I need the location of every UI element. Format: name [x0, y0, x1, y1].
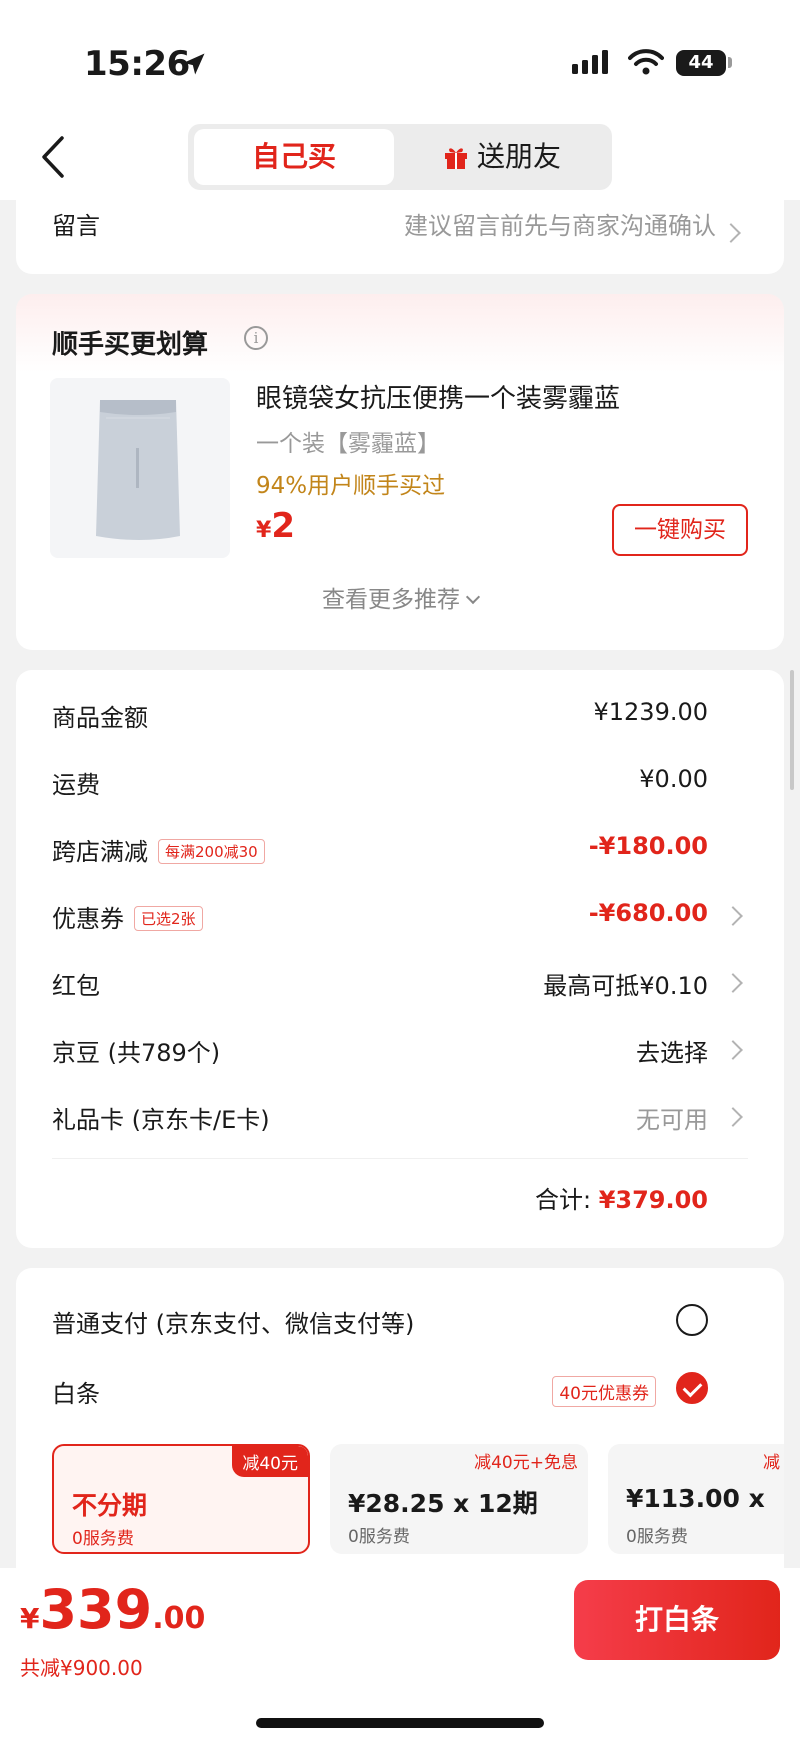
- baitiao-label[interactable]: 白条: [52, 1374, 100, 1409]
- gift-icon: [444, 148, 467, 169]
- battery-tip: [728, 57, 732, 68]
- plan-title: 不分期: [72, 1491, 148, 1520]
- status-bar: 15:26 44: [0, 0, 800, 120]
- baitiao-coupon-tag: 40元优惠券: [552, 1376, 656, 1407]
- one-click-buy-button[interactable]: 一键购买: [612, 504, 748, 556]
- normal-pay-label[interactable]: 普通支付 (京东支付、微信支付等): [52, 1304, 414, 1339]
- product-spec: 一个装【雾霾蓝】: [256, 431, 440, 457]
- checkout-bar: ¥339.00 共减¥900.00 打白条: [0, 1568, 800, 1739]
- price-summary-card: 商品金额 ¥1239.00 运费 ¥0.00 跨店满减 每满200减30 -¥18…: [16, 670, 784, 1248]
- row-value: ¥0.00: [639, 765, 708, 793]
- order-total: 合计: ¥379.00: [535, 1180, 708, 1215]
- plan-badge: 减: [763, 1453, 780, 1473]
- tab-self-buy[interactable]: 自己买: [194, 129, 394, 185]
- discount-rule-tag: 每满200减30: [158, 839, 265, 864]
- more-recommend-label: 查看更多推荐: [322, 587, 460, 613]
- installment-option-3[interactable]: 减 ¥113.00 x 0服务费: [608, 1444, 784, 1554]
- info-icon[interactable]: i: [244, 326, 268, 350]
- wifi-icon: [628, 49, 664, 75]
- plan-fee: 0服务费: [72, 1529, 134, 1549]
- chevron-right-icon: [723, 973, 743, 993]
- tab-gift-friend[interactable]: 送朋友: [398, 129, 606, 185]
- chevron-right-icon: [723, 1040, 743, 1060]
- row-label: 京豆 (共789个): [52, 1039, 221, 1067]
- installment-option-none[interactable]: 减40元 不分期 0服务费: [52, 1444, 310, 1554]
- plan-badge: 减40元+免息: [474, 1453, 578, 1473]
- recommend-card: 顺手买更划算 i 眼镜袋女抗压便携一个装雾霾蓝 一个装【雾霾蓝】 94%用户顺手…: [16, 294, 784, 650]
- product-price: ¥2: [256, 506, 295, 546]
- row-jingdou[interactable]: 京豆 (共789个) 去选择: [52, 1029, 748, 1069]
- more-recommend-link[interactable]: 查看更多推荐: [16, 580, 784, 614]
- message-card[interactable]: 留言 建议留言前先与商家沟通确认: [16, 190, 784, 274]
- product-name[interactable]: 眼镜袋女抗压便携一个装雾霾蓝: [256, 378, 620, 415]
- status-time: 15:26: [84, 44, 190, 84]
- total-saved: 共减¥900.00: [20, 1656, 143, 1680]
- plan-fee: 0服务费: [626, 1527, 688, 1547]
- recommend-title: 顺手买更划算: [52, 330, 209, 360]
- row-label: 礼品卡 (京东卡/E卡): [52, 1106, 270, 1134]
- coupon-selected-tag: 已选2张: [134, 906, 203, 931]
- row-coupon[interactable]: 优惠券 已选2张 -¥680.00: [52, 895, 748, 935]
- row-value: 去选择: [636, 1039, 708, 1067]
- row-label-text: 跨店满减: [52, 838, 148, 866]
- product-stat: 94%用户顺手买过: [256, 473, 446, 499]
- normal-pay-radio[interactable]: [676, 1304, 708, 1336]
- message-label: 留言: [52, 212, 100, 240]
- row-value: ¥1239.00: [593, 698, 708, 726]
- tab-gift-label: 送朋友: [476, 140, 561, 173]
- price-symbol: ¥: [256, 518, 272, 543]
- battery-icon: 44: [676, 50, 726, 76]
- row-value: 无可用: [636, 1106, 708, 1134]
- row-gift-card[interactable]: 礼品卡 (京东卡/E卡) 无可用: [52, 1096, 748, 1136]
- chevron-down-icon: [465, 589, 481, 605]
- total-amount: ¥379.00: [598, 1186, 708, 1214]
- row-label: 红包: [52, 972, 100, 1000]
- chevron-right-icon: [721, 223, 741, 243]
- scrollbar[interactable]: [790, 670, 794, 790]
- row-label: 运费: [52, 771, 100, 799]
- installment-option-12[interactable]: 减40元+免息 ¥28.25 x 12期 0服务费: [330, 1444, 588, 1554]
- baitiao-radio-check-icon[interactable]: [676, 1372, 708, 1404]
- pay-baitiao-button[interactable]: 打白条: [574, 1580, 780, 1660]
- row-label: 优惠券 已选2张: [52, 899, 203, 934]
- row-label-text: 优惠券: [52, 905, 124, 933]
- price-value: 2: [271, 506, 295, 546]
- row-cross-store-discount: 跨店满减 每满200减30 -¥180.00: [52, 828, 748, 868]
- plan-title: ¥28.25 x 12期: [348, 1489, 538, 1518]
- nav-bar: 自己买 送朋友: [0, 112, 800, 200]
- row-red-packet[interactable]: 红包 最高可抵¥0.10: [52, 962, 748, 1002]
- plan-fee: 0服务费: [348, 1527, 410, 1547]
- row-value: -¥180.00: [588, 832, 708, 860]
- total-label: 合计:: [534, 1186, 599, 1214]
- location-arrow-icon: [183, 53, 205, 75]
- chevron-right-icon: [723, 1107, 743, 1127]
- grand-decimal: .00: [152, 1601, 206, 1636]
- grand-currency: ¥: [20, 1602, 40, 1635]
- signal-icon: [572, 50, 608, 74]
- purchase-mode-switch: 自己买 送朋友: [188, 124, 612, 190]
- message-hint: 建议留言前先与商家沟通确认: [404, 212, 716, 240]
- divider: [52, 1158, 748, 1159]
- grand-integer: 339: [39, 1578, 153, 1641]
- product-image[interactable]: [50, 378, 230, 558]
- row-shipping: 运费 ¥0.00: [52, 761, 748, 801]
- back-chevron-icon[interactable]: [34, 132, 74, 182]
- row-label: 商品金额: [52, 704, 148, 732]
- payment-card: 普通支付 (京东支付、微信支付等) 白条 40元优惠券 减40元 不分期 0服务…: [16, 1268, 784, 1568]
- glasses-pouch-image: [50, 378, 230, 558]
- home-indicator[interactable]: [256, 1718, 544, 1728]
- row-value: 最高可抵¥0.10: [543, 972, 708, 1000]
- chevron-right-icon: [723, 906, 743, 926]
- plan-badge: 减40元: [232, 1446, 308, 1477]
- row-value: -¥680.00: [588, 899, 708, 927]
- row-label: 跨店满减 每满200减30: [52, 832, 265, 867]
- grand-total: ¥339.00: [20, 1578, 205, 1641]
- plan-title: ¥113.00 x: [626, 1484, 765, 1513]
- row-goods-amount: 商品金额 ¥1239.00: [52, 694, 748, 734]
